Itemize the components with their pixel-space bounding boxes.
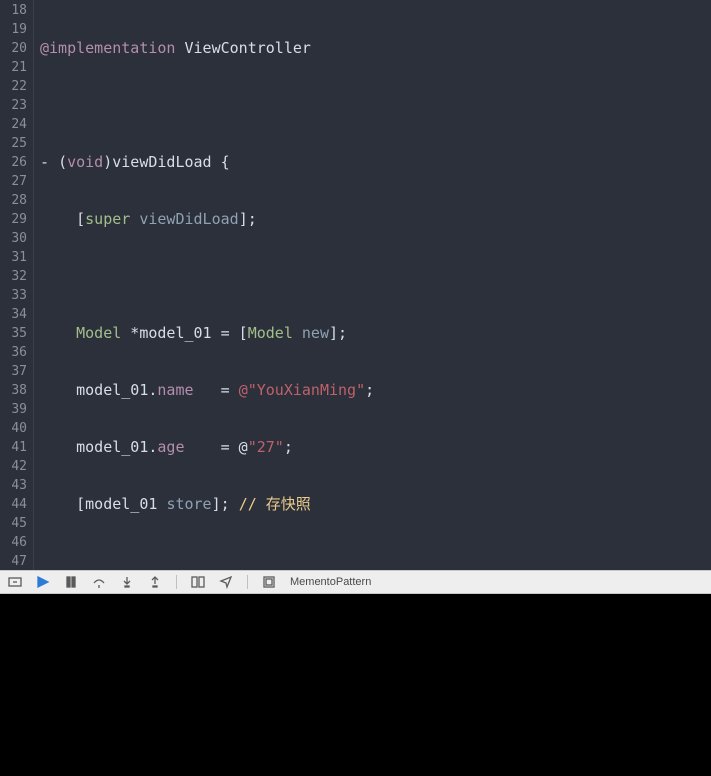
line-number: 39 xyxy=(0,400,27,419)
code-editor[interactable]: 1819202122232425262728293031323334353637… xyxy=(0,0,711,570)
line-number: 46 xyxy=(0,533,27,552)
line-number: 29 xyxy=(0,210,27,229)
code-line: model_01.age = @"27"; xyxy=(40,438,711,457)
line-number: 37 xyxy=(0,362,27,381)
line-number: 28 xyxy=(0,191,27,210)
line-number: 19 xyxy=(0,20,27,39)
line-number: 43 xyxy=(0,476,27,495)
code-line: - (void)viewDidLoad { xyxy=(40,153,711,172)
code-line xyxy=(40,552,711,570)
line-number: 45 xyxy=(0,514,27,533)
debug-target-label[interactable]: MementoPattern xyxy=(290,576,371,588)
line-number: 44 xyxy=(0,495,27,514)
code-line xyxy=(40,96,711,115)
line-number: 18 xyxy=(0,1,27,20)
line-number: 27 xyxy=(0,172,27,191)
separator xyxy=(176,575,177,589)
process-icon[interactable] xyxy=(262,575,276,589)
separator xyxy=(247,575,248,589)
code-line: [super viewDidLoad]; xyxy=(40,210,711,229)
line-number: 24 xyxy=(0,115,27,134)
toggle-debug-icon[interactable] xyxy=(8,575,22,589)
code-line xyxy=(40,267,711,286)
line-number: 42 xyxy=(0,457,27,476)
line-number: 21 xyxy=(0,58,27,77)
debug-view-icon[interactable] xyxy=(191,575,205,589)
line-number: 25 xyxy=(0,134,27,153)
line-number: 23 xyxy=(0,96,27,115)
line-number: 20 xyxy=(0,39,27,58)
line-number: 41 xyxy=(0,438,27,457)
code-line: Model *model_01 = [Model new]; xyxy=(40,324,711,343)
line-number: 40 xyxy=(0,419,27,438)
code-line: model_01.name = @"YouXianMing"; xyxy=(40,381,711,400)
line-number-gutter: 1819202122232425262728293031323334353637… xyxy=(0,0,34,570)
code-line: [model_01 store]; // 存快照 xyxy=(40,495,711,514)
line-number: 33 xyxy=(0,286,27,305)
line-number: 22 xyxy=(0,77,27,96)
line-number: 36 xyxy=(0,343,27,362)
line-number: 35 xyxy=(0,324,27,343)
pause-icon[interactable] xyxy=(64,575,78,589)
line-number: 30 xyxy=(0,229,27,248)
step-over-icon[interactable] xyxy=(92,575,106,589)
line-number: 31 xyxy=(0,248,27,267)
step-out-icon[interactable] xyxy=(148,575,162,589)
line-number: 38 xyxy=(0,381,27,400)
continue-icon[interactable] xyxy=(36,575,50,589)
step-in-icon[interactable] xyxy=(120,575,134,589)
debug-toolbar: MementoPattern xyxy=(0,570,711,594)
console-output[interactable] xyxy=(0,594,711,776)
line-number: 47 xyxy=(0,552,27,571)
line-number: 32 xyxy=(0,267,27,286)
code-line: @implementation ViewController xyxy=(40,39,711,58)
code-area[interactable]: @implementation ViewController - (void)v… xyxy=(34,0,711,570)
line-number: 26 xyxy=(0,153,27,172)
location-icon[interactable] xyxy=(219,575,233,589)
line-number: 34 xyxy=(0,305,27,324)
